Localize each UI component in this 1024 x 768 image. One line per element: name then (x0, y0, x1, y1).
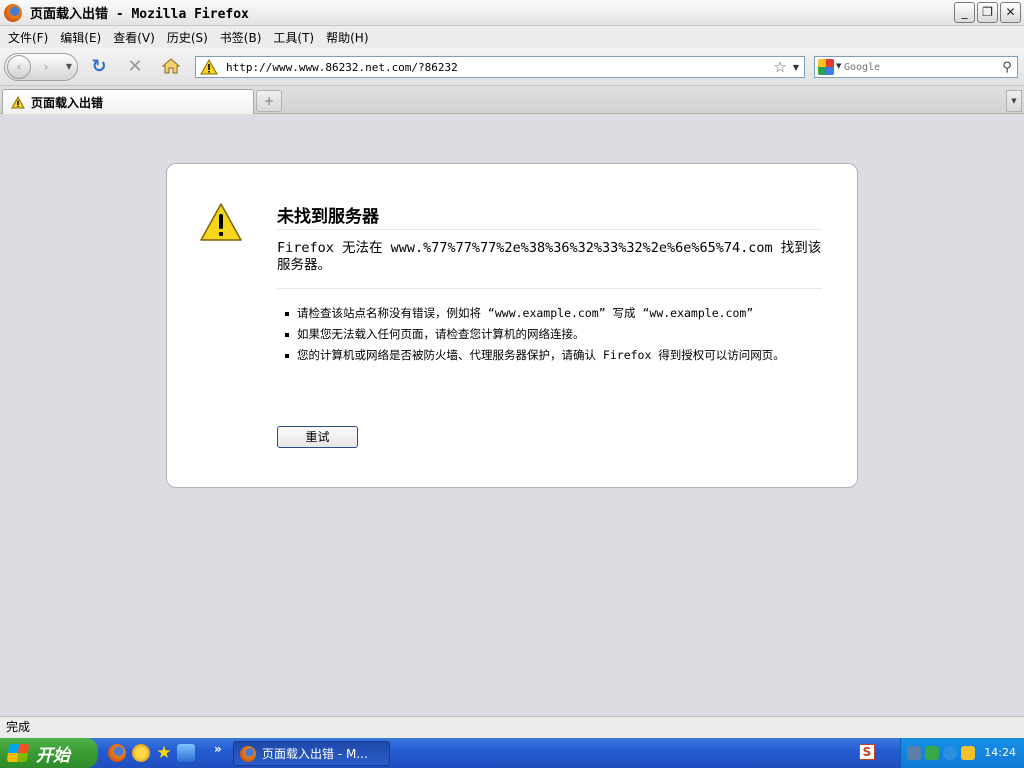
taskbar-item-firefox[interactable]: 页面载入出错 - M... (233, 741, 390, 766)
new-tab-button[interactable]: + (256, 90, 282, 112)
google-icon (818, 59, 834, 75)
forward-button[interactable]: › (35, 57, 57, 77)
firefox-task-icon (240, 745, 256, 762)
url-dropdown-icon[interactable]: ▼ (793, 63, 799, 72)
task-label: 页面载入出错 - M... (262, 747, 368, 761)
tab-error-page[interactable]: 页面载入出错 (2, 89, 254, 114)
search-bar[interactable]: ▼ ⚲ (814, 56, 1018, 78)
menu-bookmarks[interactable]: 书签(B) (214, 29, 268, 46)
quicklaunch-more-icon[interactable]: » (214, 742, 222, 756)
error-description: Firefox 无法在 www.%77%77%77%2e%38%36%32%33… (277, 240, 822, 289)
window-title: 页面载入出错 - Mozilla Firefox (30, 7, 249, 22)
security-tray-icon[interactable] (961, 746, 975, 760)
bookmark-star-icon[interactable]: ☆ (773, 58, 786, 76)
tab-list-dropdown-icon[interactable]: ▼ (1006, 90, 1022, 112)
system-tray: 14:24 (900, 738, 1024, 768)
status-bar: 完成 (0, 716, 1024, 738)
suggestion-item: 如果您无法载入任何页面，请检查您计算机的网络连接。 (283, 327, 803, 342)
close-button[interactable]: ✕ (1000, 2, 1021, 23)
search-icon[interactable]: ⚲ (997, 60, 1017, 75)
history-dropdown-icon[interactable]: ▼ (62, 57, 76, 77)
tray-app-icon[interactable] (925, 746, 939, 760)
menu-edit[interactable]: 编辑(E) (54, 29, 107, 46)
start-label: 开始 (36, 745, 70, 766)
clock: 14:24 (984, 746, 1016, 759)
retry-button[interactable]: 重试 (277, 426, 358, 448)
menu-help[interactable]: 帮助(H) (320, 29, 374, 46)
messenger-quicklaunch-icon[interactable] (132, 744, 150, 762)
title-bar: 页面载入出错 - Mozilla Firefox _ ❐ ✕ (0, 0, 1024, 26)
minimize-button[interactable]: _ (954, 2, 975, 23)
windows-logo-icon (6, 744, 30, 762)
error-panel: 未找到服务器 Firefox 无法在 www.%77%77%77%2e%38%3… (166, 163, 858, 488)
ie-quicklaunch-icon[interactable] (177, 744, 195, 762)
taskbar: 开始 ★ » 页面载入出错 - M... S 14:24 (0, 738, 1024, 768)
firefox-quicklaunch-icon[interactable] (108, 744, 126, 762)
network-tray-icon[interactable] (907, 746, 921, 760)
menu-view[interactable]: 查看(V) (107, 29, 161, 46)
home-icon[interactable] (160, 56, 182, 78)
tray-app-icon[interactable] (943, 746, 957, 760)
menu-bar: 文件(F) 编辑(E) 查看(V) 历史(S) 书签(B) 工具(T) 帮助(H… (0, 26, 1024, 48)
suggestion-item: 您的计算机或网络是否被防火墙、代理服务器保护，请确认 Firefox 得到授权可… (283, 348, 803, 363)
tab-label: 页面载入出错 (31, 95, 104, 110)
warning-icon (200, 58, 218, 75)
search-input[interactable] (844, 58, 997, 76)
restore-button[interactable]: ❐ (977, 2, 998, 23)
stop-icon[interactable]: ✕ (124, 56, 146, 78)
sogou-input-icon[interactable]: S (859, 744, 875, 760)
menu-history[interactable]: 历史(S) (161, 29, 214, 46)
engine-dropdown-icon: ▼ (836, 62, 842, 70)
back-button[interactable]: ‹ (7, 55, 31, 79)
large-warning-icon (200, 203, 242, 241)
menu-file[interactable]: 文件(F) (2, 29, 54, 46)
search-engine-selector[interactable]: ▼ (816, 57, 844, 77)
error-title: 未找到服务器 (277, 202, 822, 230)
tab-warning-icon (11, 95, 25, 108)
favorites-quicklaunch-icon[interactable]: ★ (155, 744, 173, 762)
url-text[interactable]: http://www.www.86232.net.com/?86232 (226, 61, 773, 74)
error-suggestions: 请检查该站点名称没有错误，例如将 “www.example.com” 写成 “w… (283, 306, 803, 369)
reload-icon[interactable]: ↻ (88, 56, 110, 78)
menu-tools[interactable]: 工具(T) (267, 29, 320, 46)
suggestion-item: 请检查该站点名称没有错误，例如将 “www.example.com” 写成 “w… (283, 306, 803, 321)
back-forward-group: ‹ › ▼ (4, 53, 78, 81)
page-content: 未找到服务器 Firefox 无法在 www.%77%77%77%2e%38%3… (0, 115, 1024, 716)
firefox-logo-icon (4, 3, 22, 22)
navigation-toolbar: ‹ › ▼ ↻ ✕ http://www.www.86232.net.com/?… (0, 48, 1024, 86)
address-bar[interactable]: http://www.www.86232.net.com/?86232 ☆ ▼ (195, 56, 805, 78)
tab-bar: 页面载入出错 + ▼ (0, 86, 1024, 114)
start-button[interactable]: 开始 (0, 738, 98, 768)
